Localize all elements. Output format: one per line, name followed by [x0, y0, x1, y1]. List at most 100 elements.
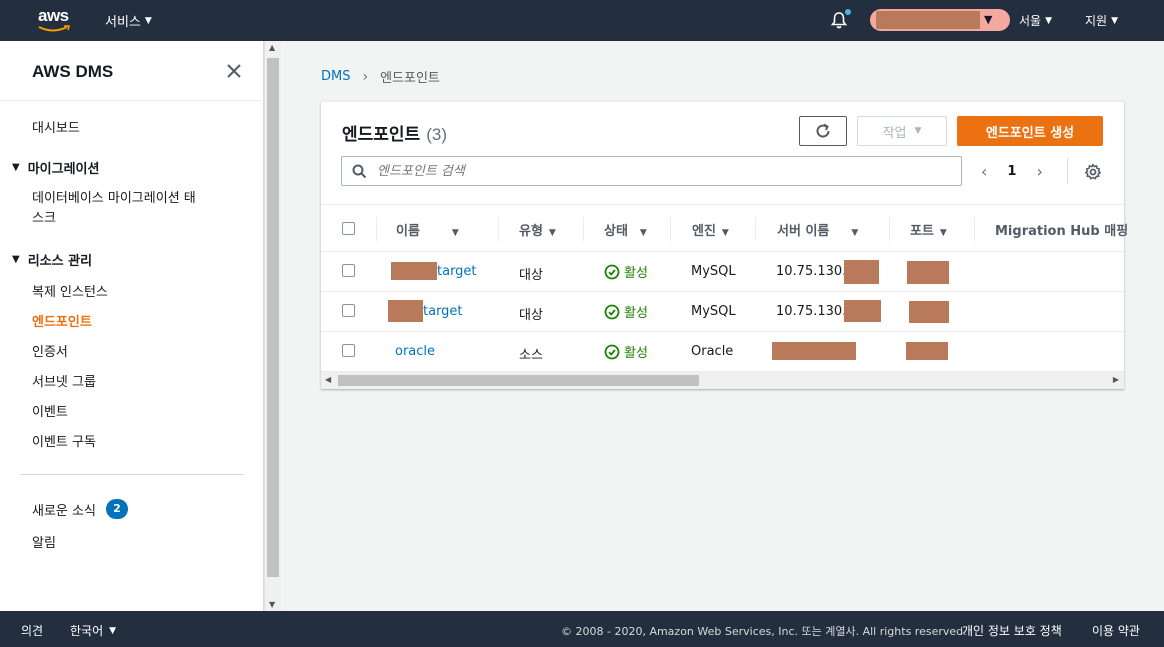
caret-down-icon: ▼ — [1111, 15, 1119, 26]
endpoint-count: (3) — [426, 125, 447, 144]
current-page[interactable]: 1 — [1007, 164, 1016, 179]
chevron-left-icon[interactable]: ‹ — [981, 162, 987, 181]
actions-button[interactable]: 작업 ▼ — [857, 116, 947, 146]
language-label: 한국어 — [70, 624, 104, 638]
sort-caret-icon: ▼ — [851, 228, 859, 238]
item-label-line2: 스크 — [32, 211, 56, 226]
sort-caret-icon: ▼ — [939, 228, 947, 238]
gear-icon[interactable] — [1084, 163, 1102, 181]
redacted-server — [844, 300, 881, 322]
search-input[interactable] — [377, 163, 937, 179]
sidebar-item-event-subscriptions[interactable]: 이벤트 구독 — [32, 431, 96, 450]
refresh-icon — [816, 123, 830, 138]
create-endpoint-button[interactable]: 엔드포인트 생성 — [957, 116, 1103, 146]
sidebar-item-whats-new[interactable]: 새로운 소식 2 — [32, 499, 128, 519]
endpoint-name-link[interactable]: target — [423, 304, 463, 319]
redacted-server — [844, 260, 879, 284]
sidebar-item-dashboard[interactable]: 대시보드 — [32, 117, 80, 136]
column-divider — [583, 217, 584, 241]
status-text: 활성 — [624, 266, 648, 281]
sidebar-item-certificates[interactable]: 인증서 — [32, 341, 68, 360]
redacted-name — [388, 300, 423, 322]
scroll-down-icon[interactable]: ▼ — [269, 600, 275, 609]
column-header-server[interactable]: 서버 이름 ▼ — [777, 220, 858, 239]
scrollbar-thumb[interactable] — [267, 58, 279, 577]
column-divider — [974, 217, 975, 241]
column-header-status[interactable]: 상태 ▼ — [604, 220, 647, 239]
redacted-account-name — [876, 11, 980, 29]
column-header-engine[interactable]: 엔진 ▼ — [692, 220, 729, 239]
endpoint-type: 대상 — [519, 308, 543, 323]
sidebar: AWS DMS 대시보드 ▼ 마이그레이션 데이터베이스 마이그레이션 태 스크… — [0, 41, 264, 611]
column-header-name[interactable]: 이름 ▼ — [396, 220, 459, 239]
feedback-link[interactable]: 의견 — [21, 622, 43, 639]
column-label: 엔진 — [692, 224, 716, 239]
account-menu[interactable]: ▼ — [870, 9, 1010, 31]
row-checkbox[interactable] — [342, 344, 355, 357]
caret-down-icon: ▼ — [914, 126, 922, 136]
redacted-port — [906, 342, 948, 360]
row-checkbox[interactable] — [342, 304, 355, 317]
caret-down-icon: ▼ — [1045, 15, 1053, 26]
column-header-migration-hub[interactable]: Migration Hub 매핑 — [995, 220, 1128, 239]
redacted-name — [391, 262, 437, 280]
section-label: 마이그레이션 — [27, 162, 100, 177]
caret-down-icon: ▼ — [12, 254, 20, 265]
support-menu[interactable]: 지원 ▼ — [1085, 12, 1118, 29]
close-icon[interactable] — [224, 61, 244, 81]
sidebar-item-events[interactable]: 이벤트 — [32, 401, 68, 420]
check-circle-icon — [604, 304, 620, 319]
check-circle-icon — [604, 344, 620, 359]
privacy-policy-link[interactable]: 개인 정보 보호 정책 — [962, 622, 1062, 639]
status-badge: 활성 — [604, 262, 648, 281]
page-title: 엔드포인트 (3) — [342, 120, 447, 145]
chevron-right-icon: › — [362, 68, 369, 85]
sort-caret-icon: ▼ — [721, 228, 729, 238]
breadcrumb-dms[interactable]: DMS — [321, 69, 350, 84]
column-header-type[interactable]: 유형 ▼ — [519, 220, 556, 239]
redacted-server — [772, 342, 856, 360]
sidebar-item-alerts[interactable]: 알림 — [32, 532, 56, 551]
endpoints-panel: 엔드포인트 (3) 작업 ▼ 엔드포인트 생성 ‹ 1 › 이름 ▼ 유형 ▼ — [321, 101, 1128, 389]
scrollbar-thumb[interactable] — [338, 375, 699, 386]
item-label: 새로운 소식 — [32, 503, 96, 519]
column-divider — [376, 217, 377, 241]
terms-link[interactable]: 이용 약관 — [1092, 622, 1140, 639]
endpoint-name-link[interactable]: oracle — [395, 344, 435, 359]
language-menu[interactable]: 한국어 ▼ — [70, 622, 116, 639]
column-divider — [755, 217, 756, 241]
region-menu[interactable]: 서울 ▼ — [1019, 12, 1052, 29]
caret-down-icon: ▼ — [984, 13, 993, 26]
row-checkbox[interactable] — [342, 264, 355, 277]
select-all-checkbox[interactable] — [342, 222, 355, 235]
endpoint-name-link[interactable]: target — [437, 264, 477, 279]
aws-logo[interactable]: aws — [38, 7, 72, 33]
table-horizontal-scrollbar[interactable]: ◀ ▶ — [321, 372, 1124, 389]
column-label: 이름 — [396, 224, 420, 239]
redacted-port — [909, 301, 949, 323]
scroll-left-icon[interactable]: ◀ — [325, 375, 331, 384]
endpoint-engine: Oracle — [691, 344, 734, 359]
sidebar-item-migration-tasks[interactable]: 데이터베이스 마이그레이션 태 스크 — [32, 189, 196, 229]
sidebar-item-replication-instances[interactable]: 복제 인스턴스 — [32, 281, 108, 300]
chevron-right-icon[interactable]: › — [1036, 162, 1042, 181]
sidebar-scrollbar[interactable]: ▲ ▼ — [264, 41, 281, 611]
breadcrumb: DMS › 엔드포인트 — [321, 67, 440, 87]
column-label: 상태 — [604, 224, 628, 239]
sidebar-section-resources[interactable]: ▼ 리소스 관리 — [12, 250, 92, 269]
sidebar-item-subnet-groups[interactable]: 서브넷 그룹 — [32, 371, 96, 390]
services-menu[interactable]: 서비스 ▼ — [105, 11, 152, 30]
actions-label: 작업 — [882, 125, 907, 141]
endpoint-engine: MySQL — [691, 304, 736, 319]
endpoint-type: 소스 — [519, 348, 543, 363]
table-row: target 대상 활성 MySQL 10.75.130. — [321, 292, 1124, 332]
scroll-up-icon[interactable]: ▲ — [269, 43, 275, 52]
sidebar-item-endpoints[interactable]: 엔드포인트 — [32, 311, 92, 330]
column-label: 포트 — [910, 224, 934, 239]
column-header-port[interactable]: 포트 ▼ — [910, 220, 947, 239]
sidebar-section-migration[interactable]: ▼ 마이그레이션 — [12, 158, 99, 177]
scroll-right-icon[interactable]: ▶ — [1113, 375, 1119, 384]
refresh-button[interactable] — [799, 116, 847, 146]
breadcrumb-current: 엔드포인트 — [380, 71, 440, 86]
table-row: target 대상 활성 MySQL 10.75.130. — [321, 252, 1124, 292]
